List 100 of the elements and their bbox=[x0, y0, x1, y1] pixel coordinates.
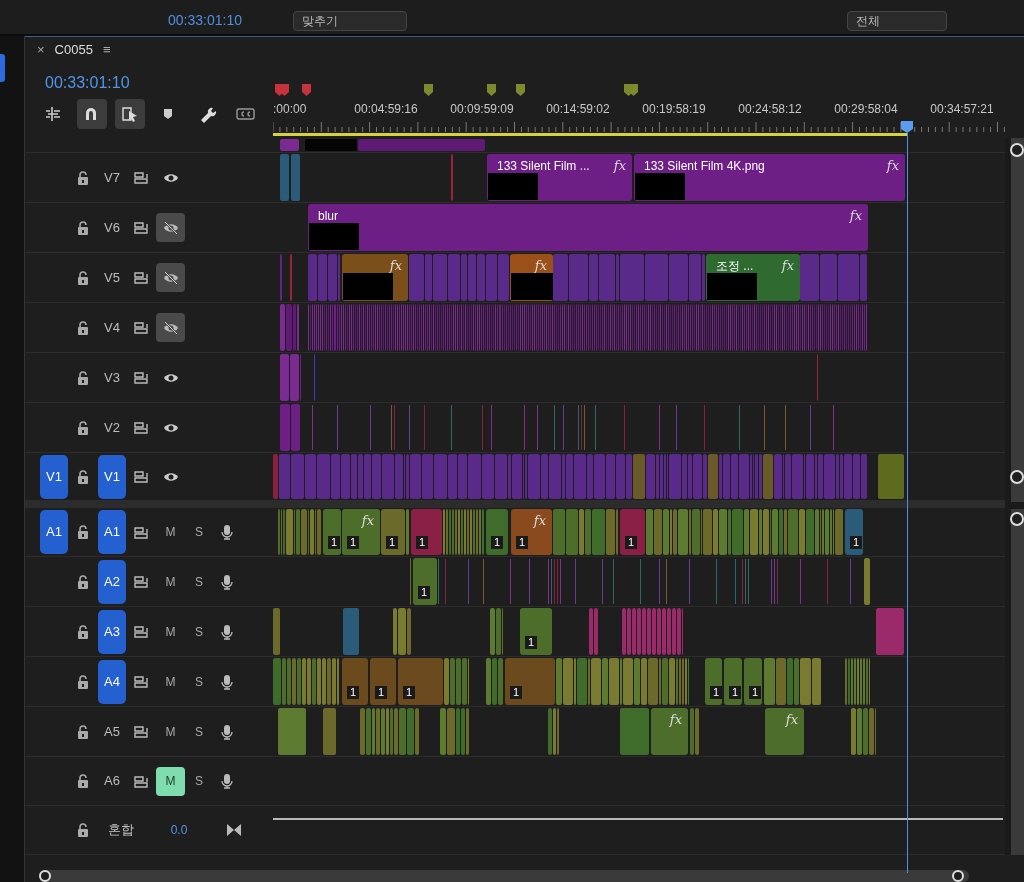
solo-button[interactable]: S bbox=[195, 622, 203, 641]
audio-clip[interactable]: 1 fx bbox=[342, 509, 380, 555]
mute-button[interactable]: M bbox=[156, 766, 185, 796]
magnet-button[interactable] bbox=[76, 99, 107, 129]
track-target[interactable]: A5 bbox=[98, 709, 126, 754]
lock-icon[interactable] bbox=[76, 524, 90, 540]
panel-menu-button[interactable]: ≡ bbox=[102, 40, 111, 60]
video-clip[interactable]: 133 Silent Film ... fx bbox=[487, 154, 632, 201]
captions-icon[interactable] bbox=[236, 105, 255, 123]
source-patch[interactable]: V1 bbox=[40, 454, 68, 499]
lock-icon[interactable] bbox=[76, 723, 90, 740]
track-target[interactable]: A1 bbox=[98, 510, 126, 554]
track-target[interactable]: V4 bbox=[98, 305, 126, 350]
sync-lock-icon[interactable] bbox=[133, 574, 149, 589]
sync-lock-icon[interactable] bbox=[133, 524, 149, 540]
microphone-icon[interactable] bbox=[220, 673, 234, 690]
audio-clip[interactable]: fx bbox=[651, 708, 688, 755]
track-output-toggle[interactable] bbox=[156, 263, 185, 292]
marker-icon[interactable] bbox=[516, 84, 525, 96]
microphone-icon[interactable] bbox=[220, 623, 234, 640]
audio-clip[interactable]: 1 bbox=[381, 509, 405, 555]
track-target[interactable]: V2 bbox=[98, 405, 126, 450]
insert-icon[interactable] bbox=[43, 105, 63, 123]
audio-clip[interactable]: 1 bbox=[724, 658, 742, 705]
track-target[interactable]: V6 bbox=[98, 205, 126, 250]
track-target[interactable]: V7 bbox=[98, 155, 126, 200]
microphone-icon[interactable] bbox=[220, 773, 234, 789]
sync-lock-icon[interactable] bbox=[133, 469, 149, 484]
marker-icon[interactable] bbox=[302, 84, 311, 96]
sync-lock-icon[interactable] bbox=[133, 320, 149, 335]
audio-clip[interactable]: 1 bbox=[323, 509, 341, 555]
audio-clip[interactable]: 1 bbox=[413, 558, 437, 605]
mute-button[interactable]: M bbox=[156, 667, 185, 696]
track-target[interactable]: A4 bbox=[98, 659, 126, 704]
mute-button[interactable]: M bbox=[156, 617, 185, 646]
video-clip[interactable]: fx bbox=[510, 254, 553, 301]
track-target[interactable]: A6 bbox=[98, 759, 126, 803]
lock-icon[interactable] bbox=[76, 419, 90, 436]
audio-clip[interactable]: 1 bbox=[370, 658, 396, 705]
volume-value[interactable]: 0.0 bbox=[170, 821, 188, 839]
audio-clip[interactable]: 1 bbox=[505, 658, 555, 705]
audio-clip[interactable]: 1 bbox=[744, 658, 762, 705]
linked-selection-button[interactable] bbox=[115, 99, 145, 129]
playhead-handle[interactable] bbox=[901, 121, 913, 133]
solo-button[interactable]: S bbox=[195, 672, 203, 691]
audio-clip[interactable]: 1 bbox=[342, 658, 368, 705]
source-patch[interactable]: A1 bbox=[40, 510, 68, 554]
sync-lock-icon[interactable] bbox=[133, 674, 149, 689]
sync-lock-icon[interactable] bbox=[133, 370, 149, 385]
video-clip[interactable]: fx bbox=[342, 254, 408, 301]
track-target[interactable]: V3 bbox=[98, 355, 126, 400]
audio-clip[interactable]: fx bbox=[765, 708, 804, 755]
audio-clip[interactable]: 1 bbox=[398, 658, 443, 705]
marker-icon[interactable] bbox=[424, 84, 433, 96]
solo-button[interactable]: S bbox=[195, 572, 203, 591]
sequence-tab[interactable]: C0055 bbox=[54, 40, 93, 60]
sync-lock-icon[interactable] bbox=[133, 220, 149, 235]
sync-lock-icon[interactable] bbox=[133, 624, 149, 639]
sync-lock-icon[interactable] bbox=[133, 270, 149, 285]
eye-crossed-icon[interactable] bbox=[162, 219, 179, 236]
lock-icon[interactable] bbox=[76, 673, 90, 690]
sync-lock-icon[interactable] bbox=[133, 170, 149, 185]
lock-icon[interactable] bbox=[76, 822, 90, 838]
lock-icon[interactable] bbox=[76, 319, 90, 336]
track-target[interactable]: A3 bbox=[98, 609, 126, 654]
track-output-toggle[interactable] bbox=[156, 313, 185, 342]
mute-button[interactable]: M bbox=[156, 717, 185, 746]
lock-icon[interactable] bbox=[76, 573, 90, 590]
lock-icon[interactable] bbox=[76, 269, 90, 286]
audio-clip[interactable]: 1 bbox=[705, 658, 722, 705]
marker-icon[interactable] bbox=[280, 84, 289, 96]
audio-clip[interactable]: 1 fx bbox=[511, 509, 552, 555]
lock-icon[interactable] bbox=[76, 369, 90, 386]
audio-clip[interactable]: 1 bbox=[411, 509, 442, 555]
track-target[interactable]: V5 bbox=[98, 255, 126, 300]
microphone-icon[interactable] bbox=[220, 524, 234, 540]
video-clip[interactable]: 조정 ... fx bbox=[706, 254, 800, 301]
track-target[interactable]: V1 bbox=[98, 454, 126, 499]
video-clip[interactable]: blur fx bbox=[308, 204, 868, 251]
audio-clip[interactable]: 1 bbox=[845, 509, 863, 555]
eye-crossed-icon[interactable] bbox=[162, 319, 179, 336]
quality-dropdown[interactable]: 전체 bbox=[847, 11, 947, 31]
marker-icon[interactable] bbox=[487, 84, 496, 96]
audio-clip[interactable]: 1 bbox=[486, 509, 508, 555]
audio-clip[interactable]: 1 bbox=[520, 608, 552, 655]
lock-icon[interactable] bbox=[76, 623, 90, 640]
track-target[interactable]: A2 bbox=[98, 559, 126, 604]
audio-clip[interactable]: 1 bbox=[620, 509, 645, 555]
balance-icon[interactable] bbox=[227, 824, 241, 836]
mute-button[interactable]: M bbox=[156, 567, 185, 596]
lock-icon[interactable] bbox=[76, 219, 90, 236]
sync-lock-icon[interactable] bbox=[133, 724, 149, 739]
marker-icon[interactable] bbox=[629, 84, 638, 96]
sync-lock-icon[interactable] bbox=[133, 773, 149, 789]
solo-button[interactable]: S bbox=[195, 722, 203, 741]
lock-icon[interactable] bbox=[76, 468, 90, 485]
microphone-icon[interactable] bbox=[220, 573, 234, 590]
video-clip[interactable]: 133 Silent Film 4K.png fx bbox=[634, 154, 905, 201]
solo-button[interactable]: S bbox=[195, 523, 203, 541]
microphone-icon[interactable] bbox=[220, 723, 234, 740]
